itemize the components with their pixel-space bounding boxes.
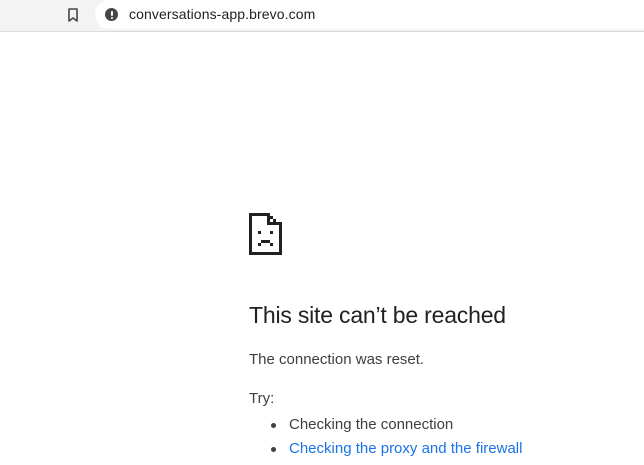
sad-document-icon bbox=[249, 213, 282, 255]
proxy-firewall-link[interactable]: Checking the proxy and the firewall bbox=[289, 440, 522, 457]
suggestions-list: Checking the connection Checking the pro… bbox=[249, 413, 522, 461]
suggestion-check-proxy-firewall: Checking the proxy and the firewall bbox=[249, 437, 522, 461]
url-text[interactable]: conversations-app.brevo.com bbox=[129, 6, 315, 22]
try-label: Try: bbox=[249, 390, 275, 407]
suggestion-check-connection: Checking the connection bbox=[249, 413, 522, 437]
bookmark-icon[interactable] bbox=[63, 5, 83, 25]
suggestion-text: Checking the connection bbox=[289, 416, 454, 433]
page-title: This site can’t be reached bbox=[249, 302, 506, 328]
error-message: The connection was reset. bbox=[249, 351, 425, 368]
info-icon[interactable] bbox=[105, 8, 118, 21]
address-bar[interactable]: conversations-app.brevo.com bbox=[95, 0, 644, 29]
browser-toolbar: conversations-app.brevo.com bbox=[0, 0, 644, 32]
error-page-content: This site can’t be reached The connectio… bbox=[249, 213, 639, 457]
